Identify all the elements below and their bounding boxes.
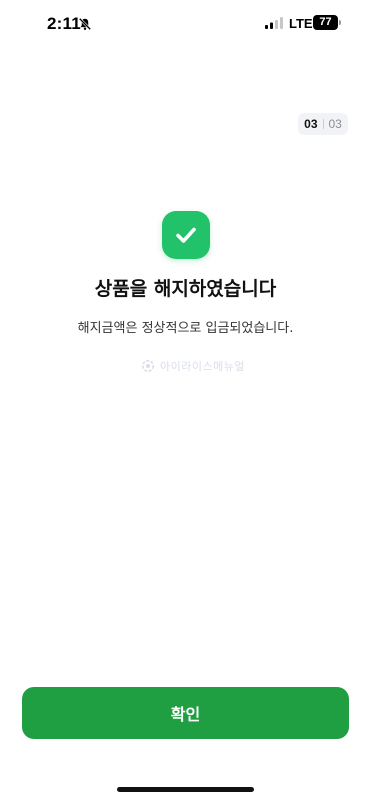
step-indicator: 03 03 — [298, 113, 348, 135]
watermark-text: 아이라이스메뉴얼 — [160, 360, 245, 373]
step-current: 03 — [304, 117, 318, 131]
battery-cap — [339, 20, 341, 25]
battery-body: 77 — [313, 15, 338, 30]
step-total: 03 — [328, 117, 342, 131]
page-title: 상품을 해지하였습니다 — [94, 278, 277, 300]
signal-icon — [265, 17, 283, 29]
confirm-button[interactable]: 확인 — [22, 687, 349, 739]
status-bar: 2:11 LTE 77 — [0, 0, 371, 48]
watermark: 아이라이스메뉴얼 — [141, 357, 245, 375]
home-indicator[interactable] — [117, 787, 254, 792]
battery-level: 77 — [319, 16, 332, 28]
screen: 2:11 LTE 77 03 03 상품을 해지하였습니다 해지금액은 정상적으… — [0, 0, 371, 800]
watermark-logo-icon — [142, 360, 154, 372]
bell-off-icon — [78, 17, 92, 31]
step-divider — [322, 119, 324, 129]
page-subtitle: 해지금액은 정상적으로 입금되었습니다. — [77, 321, 294, 336]
status-time: 2:11 — [47, 14, 81, 33]
network-label: LTE — [289, 16, 313, 31]
battery-icon: 77 — [313, 15, 341, 30]
success-badge — [162, 211, 210, 259]
check-icon — [176, 227, 196, 243]
